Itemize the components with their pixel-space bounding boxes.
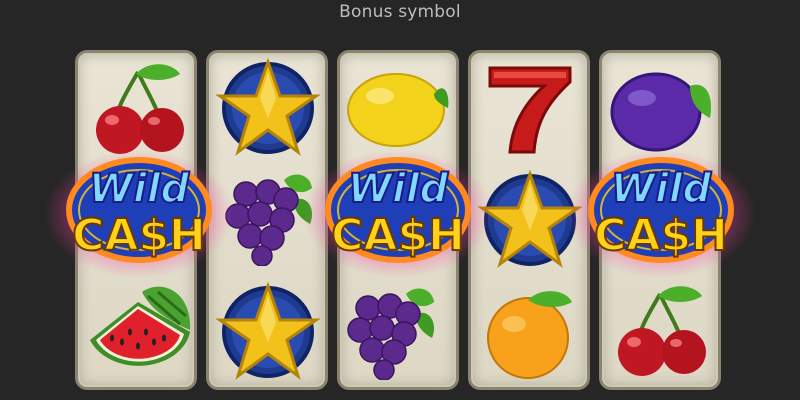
svg-text:Wild: Wild	[611, 166, 712, 212]
wild-cash-symbol: Wild CA$H	[44, 150, 234, 278]
svg-text:CA$H: CA$H	[331, 210, 465, 261]
watermelon-icon	[90, 286, 191, 366]
svg-text:CA$H: CA$H	[594, 210, 728, 261]
svg-text:Wild: Wild	[348, 166, 449, 212]
wild-cash-symbol: Wild CA$H	[303, 150, 493, 278]
plum-icon	[610, 72, 712, 152]
star-icon	[216, 58, 320, 156]
cherry-icon	[618, 286, 706, 376]
wild-cash-symbol: Wild CA$H	[566, 150, 756, 278]
lemon-icon	[347, 73, 449, 147]
cherry-icon	[96, 64, 184, 154]
slot-board: Wild CA$H Wild CA$H Wild CA$H	[0, 0, 800, 400]
star-icon	[216, 282, 320, 380]
svg-text:Wild: Wild	[89, 166, 190, 212]
svg-text:CA$H: CA$H	[72, 210, 206, 261]
orange-icon	[487, 291, 572, 379]
grapes-icon	[347, 288, 435, 380]
seven-icon	[488, 66, 572, 154]
